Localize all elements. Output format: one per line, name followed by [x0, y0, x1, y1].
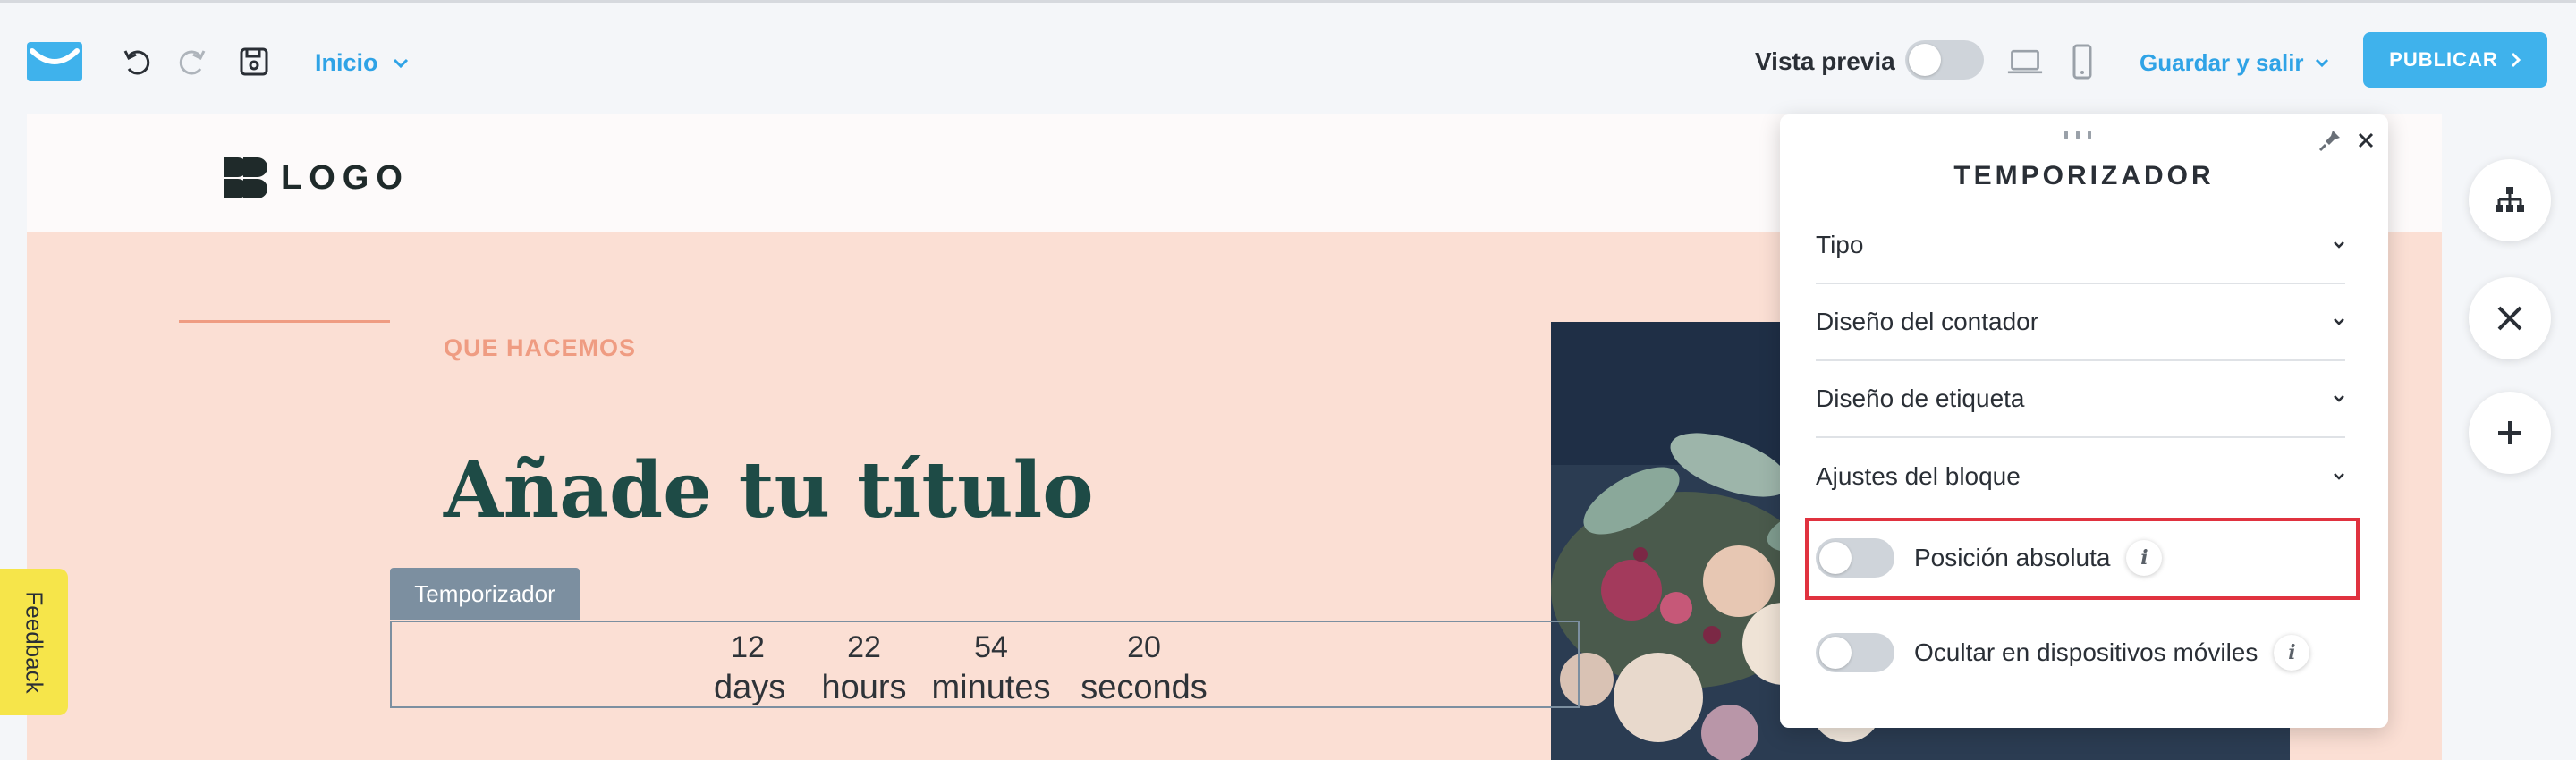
- option-hide-mobile: Ocultar en dispositivos móviles i: [1816, 624, 2352, 681]
- preview-toggle[interactable]: [1905, 40, 1984, 80]
- save-icon[interactable]: [236, 44, 272, 80]
- plus-icon: [2498, 421, 2521, 444]
- accordion-counter-design[interactable]: Diseño del contador: [1816, 284, 2345, 361]
- countdown-timer[interactable]: 12 days 22 hours 54 minutes 20 seconds: [390, 621, 1580, 708]
- timer-label: days: [714, 669, 786, 706]
- publish-button[interactable]: PUBLICAR: [2363, 32, 2547, 88]
- page-selector[interactable]: Inicio: [315, 49, 409, 77]
- chevron-down-icon: [393, 58, 408, 68]
- chevron-right-icon: [2511, 52, 2521, 68]
- close-icon: [2497, 306, 2522, 331]
- publish-label: PUBLICAR: [2389, 48, 2498, 71]
- timer-label: hours: [821, 669, 907, 706]
- timer-unit-days: 12 days: [714, 628, 786, 708]
- drag-handle-icon[interactable]: [2064, 131, 2091, 139]
- accordion-label: Diseño del contador: [1816, 308, 2039, 335]
- logo-text: LOGO: [281, 158, 410, 197]
- timer-unit-minutes: 54 minutes: [928, 628, 1054, 708]
- accordion-label: Tipo: [1816, 231, 1864, 258]
- chevron-down-icon: [2334, 473, 2344, 480]
- chevron-down-icon: [2334, 395, 2344, 402]
- timer-settings-panel: TEMPORIZADOR Tipo Diseño del contador Di…: [1780, 114, 2388, 728]
- close-icon[interactable]: [2352, 127, 2379, 154]
- undo-icon[interactable]: [120, 44, 156, 80]
- section-kicker[interactable]: QUE HACEMOS: [444, 334, 636, 362]
- timer-label: minutes: [931, 669, 1051, 706]
- option-label: Ocultar en dispositivos móviles: [1914, 638, 2258, 666]
- logo-mark-icon: [224, 157, 267, 198]
- timer-unit-seconds: 20 seconds: [1077, 628, 1211, 708]
- feedback-label: Feedback: [21, 590, 48, 694]
- timer-block-tab[interactable]: Temporizador: [390, 568, 580, 620]
- chevron-down-icon: [2334, 318, 2344, 325]
- hide-on-mobile-toggle[interactable]: [1816, 633, 1894, 672]
- accordion-tipo[interactable]: Tipo: [1816, 207, 2345, 284]
- timer-value: 54: [974, 630, 1008, 664]
- timer-value: 20: [1127, 630, 1161, 664]
- feedback-tab[interactable]: Feedback: [0, 569, 68, 715]
- accordion-label: Diseño de etiqueta: [1816, 384, 2025, 412]
- chevron-down-icon: [2315, 58, 2328, 68]
- pin-icon[interactable]: [2317, 127, 2343, 154]
- panel-title: TEMPORIZADOR: [1953, 161, 2215, 190]
- mobile-view-icon[interactable]: [2064, 44, 2100, 80]
- section-headline[interactable]: Añade tu título: [444, 445, 1094, 536]
- chevron-down-icon: [2334, 241, 2344, 249]
- sitemap-icon: [2496, 187, 2524, 212]
- info-icon[interactable]: i: [2274, 635, 2310, 671]
- desktop-view-icon[interactable]: [2007, 44, 2043, 80]
- accordion-block-settings[interactable]: Ajustes del bloque: [1816, 438, 2345, 515]
- preview-label: Vista previa: [1755, 47, 1895, 75]
- site-logo[interactable]: LOGO: [222, 156, 410, 200]
- accent-divider: [179, 320, 390, 323]
- page-selector-label: Inicio: [315, 49, 378, 76]
- timer-unit-hours: 22 hours: [819, 628, 909, 708]
- accordion-label-design[interactable]: Diseño de etiqueta: [1816, 361, 2345, 438]
- save-and-exit-label: Guardar y salir: [2140, 49, 2304, 76]
- redo-icon[interactable]: [174, 44, 209, 80]
- close-editor-button[interactable]: [2469, 277, 2551, 359]
- timer-label: seconds: [1080, 669, 1208, 706]
- timer-value: 22: [847, 630, 881, 664]
- editor-toolbar: Inicio Vista previa Guardar y salir PUBL…: [0, 3, 2576, 112]
- accordion-label: Ajustes del bloque: [1816, 462, 2021, 490]
- app-logo-icon[interactable]: [27, 42, 82, 81]
- highlight-box: [1805, 518, 2360, 600]
- save-and-exit-button[interactable]: Guardar y salir: [2140, 49, 2329, 77]
- add-block-button[interactable]: [2469, 392, 2551, 474]
- timer-value: 12: [731, 630, 765, 664]
- structure-button[interactable]: [2469, 159, 2551, 241]
